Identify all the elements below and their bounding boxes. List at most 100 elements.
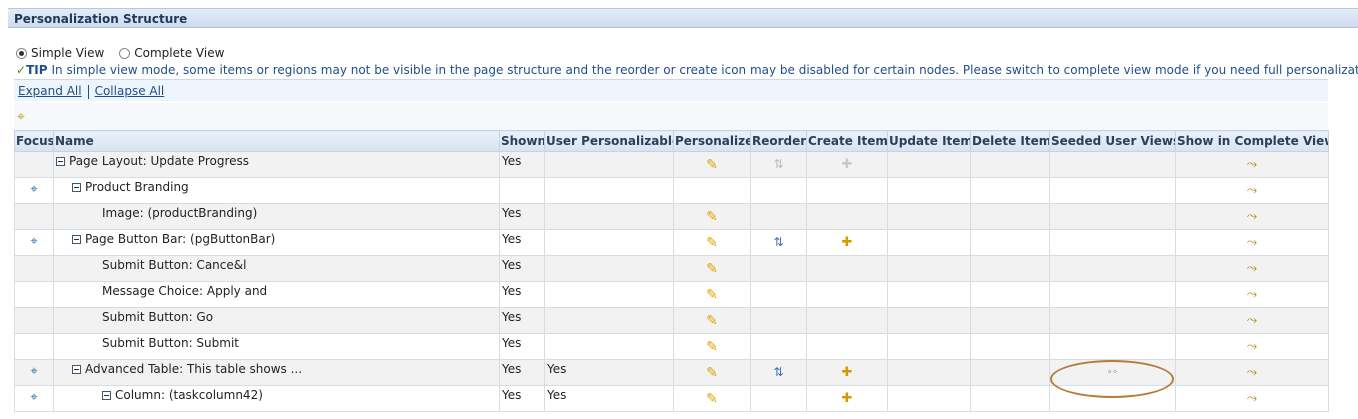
pencil-icon[interactable]: ✎	[706, 360, 718, 381]
user-personalizable-cell	[544, 177, 674, 204]
reorder-cell: ⇅	[750, 151, 807, 178]
show-complete-view-icon[interactable]: ⤳	[1247, 152, 1257, 172]
reorder-icon[interactable]: ⇅	[773, 360, 783, 379]
expand-all-link[interactable]: Expand All	[18, 84, 82, 98]
personalize-cell: ✎	[673, 359, 751, 386]
focus-icon[interactable]: ⌖	[30, 178, 37, 197]
user-personalizable-value: Yes	[547, 388, 567, 402]
show-complete-view-icon[interactable]: ⤳	[1247, 256, 1257, 276]
show-complete-view-icon[interactable]: ⤳	[1247, 360, 1257, 380]
create-item-cell	[806, 281, 888, 308]
pencil-icon[interactable]: ✎	[706, 308, 718, 329]
collapse-icon[interactable]	[56, 157, 65, 166]
name-cell: Submit Button: Go	[53, 307, 500, 334]
create-item-cell	[806, 333, 888, 360]
personalize-cell: ✎	[673, 229, 751, 256]
create-item-icon[interactable]: ✚	[842, 386, 853, 406]
pencil-icon[interactable]: ✎	[706, 282, 718, 303]
shown-value: Yes	[502, 336, 522, 350]
node-name: Submit Button: Submit	[102, 336, 240, 350]
show-complete-view-icon[interactable]: ⤳	[1247, 308, 1257, 328]
delete-item-cell	[970, 333, 1050, 360]
user-personalizable-cell	[544, 333, 674, 360]
add-root-icon[interactable]: ⌖	[17, 109, 25, 125]
user-personalizable-cell	[544, 255, 674, 282]
root-create-area: ⌖	[14, 103, 1328, 130]
section-title: Personalization Structure	[14, 12, 188, 26]
seeded-user-views-cell	[1049, 203, 1176, 230]
focus-cell	[14, 333, 54, 360]
personalize-cell	[673, 177, 751, 204]
user-personalizable-cell	[544, 203, 674, 230]
show-complete-view-icon[interactable]: ⤳	[1247, 386, 1257, 406]
node-name: Submit Button: Go	[102, 310, 214, 324]
seeded-user-views-cell	[1049, 307, 1176, 334]
focus-icon[interactable]: ⌖	[30, 230, 37, 249]
simple-view-radio[interactable]	[16, 47, 27, 59]
name-cell: Product Branding	[53, 177, 500, 204]
focus-cell: ⌖	[14, 359, 54, 386]
col-seeded-user-views: Seeded User Views	[1049, 130, 1176, 152]
focus-icon[interactable]: ⌖	[30, 386, 37, 405]
col-reorder: Reorder	[750, 130, 807, 152]
collapse-icon[interactable]	[72, 235, 81, 244]
pencil-icon[interactable]: ✎	[706, 230, 718, 251]
table-row: ⌖ Advanced Table: This table shows ... Yes…	[14, 359, 1329, 386]
shown-value: Yes	[502, 258, 522, 272]
create-item-icon[interactable]: ✚	[842, 230, 853, 250]
create-item-cell	[806, 307, 888, 334]
delete-item-cell	[970, 307, 1050, 334]
pencil-icon[interactable]: ✎	[706, 334, 718, 355]
pencil-icon[interactable]: ✎	[706, 152, 718, 173]
col-create-item: Create Item	[806, 130, 888, 152]
create-item-cell: ✚	[806, 385, 888, 412]
delete-item-cell	[970, 359, 1050, 386]
complete-view-label: Complete View	[134, 46, 225, 60]
shown-cell: Yes	[499, 281, 545, 308]
reorder-cell	[750, 307, 807, 334]
focus-icon[interactable]: ⌖	[30, 360, 37, 379]
show-complete-view-icon[interactable]: ⤳	[1247, 282, 1257, 302]
shown-value: Yes	[502, 154, 522, 168]
seeded-user-views-cell	[1049, 333, 1176, 360]
pencil-icon[interactable]: ✎	[706, 256, 718, 277]
col-shown: Shown	[499, 130, 545, 152]
shown-value: Yes	[502, 284, 522, 298]
show-in-complete-view-cell: ⤳	[1175, 359, 1329, 386]
view-mode-selector: Simple View Complete View	[16, 45, 239, 61]
focus-cell	[14, 255, 54, 282]
pencil-icon[interactable]: ✎	[706, 204, 718, 225]
col-user-personalizable: User Personalizable	[544, 130, 674, 152]
user-personalizable-cell: Yes	[544, 359, 674, 386]
collapse-all-link[interactable]: Collapse All	[95, 84, 165, 98]
checkmark-icon: ✓	[16, 63, 27, 77]
col-delete-item: Delete Item	[970, 130, 1050, 152]
table-header-row: Focus Name Shown User Personalizable Per…	[14, 130, 1329, 152]
reorder-icon[interactable]: ⇅	[773, 230, 783, 249]
shown-cell: Yes	[499, 385, 545, 412]
focus-cell: ⌖	[14, 229, 54, 256]
show-complete-view-icon[interactable]: ⤳	[1247, 230, 1257, 250]
section-header: Personalization Structure	[8, 8, 1358, 28]
collapse-icon[interactable]	[72, 365, 81, 374]
show-complete-view-icon[interactable]: ⤳	[1247, 334, 1257, 354]
collapse-icon[interactable]	[72, 183, 81, 192]
reorder-cell	[750, 177, 807, 204]
show-complete-view-icon[interactable]: ⤳	[1247, 178, 1257, 198]
table-row: Submit Button: Submit Yes ✎ ⤳	[14, 333, 1329, 360]
col-focus: Focus	[14, 130, 54, 152]
name-cell: Page Button Bar: (pgButtonBar)	[53, 229, 500, 256]
complete-view-radio[interactable]	[119, 47, 131, 59]
shown-value: Yes	[502, 362, 522, 376]
glasses-icon[interactable]: ◦◦	[1107, 360, 1118, 378]
col-update-item: Update Item	[887, 130, 971, 152]
col-personalize: Personalize	[673, 130, 751, 152]
personalize-cell: ✎	[673, 333, 751, 360]
show-complete-view-icon[interactable]: ⤳	[1247, 204, 1257, 224]
pencil-icon[interactable]: ✎	[706, 386, 718, 407]
shown-cell: Yes	[499, 255, 545, 282]
create-item-icon[interactable]: ✚	[842, 360, 853, 380]
delete-item-cell	[970, 229, 1050, 256]
collapse-icon[interactable]	[102, 391, 111, 400]
personalize-cell: ✎	[673, 385, 751, 412]
